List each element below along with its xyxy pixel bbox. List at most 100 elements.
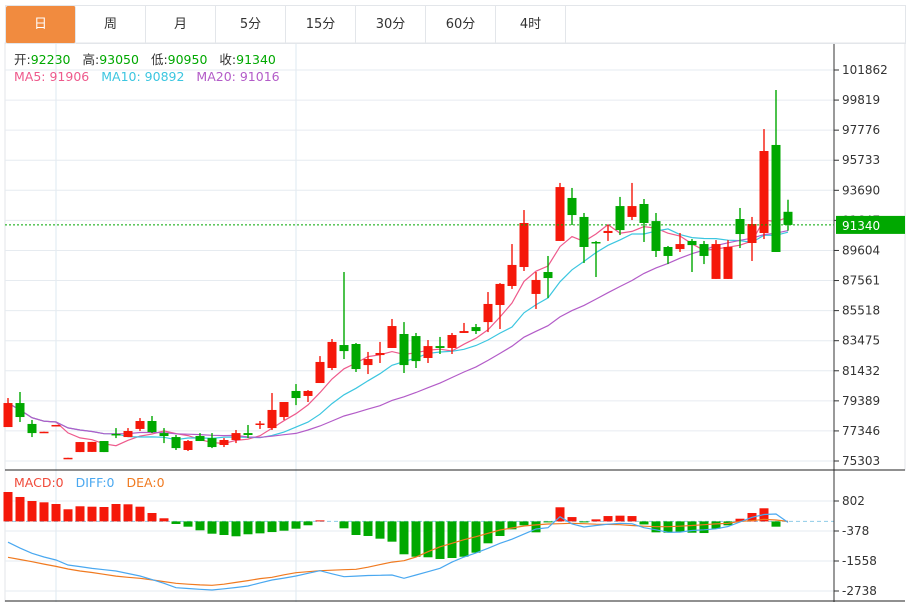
candle — [51, 424, 61, 427]
candle — [543, 255, 553, 299]
candle-body — [87, 441, 97, 452]
candle-body — [255, 423, 265, 426]
candle — [579, 212, 589, 264]
tabs-filler — [565, 5, 906, 44]
macd-y-tick-label: -378 — [842, 524, 869, 538]
candle — [519, 210, 529, 271]
macd-bar — [171, 521, 181, 524]
tab-30min[interactable]: 30分 — [356, 6, 426, 44]
candle-body — [51, 424, 61, 427]
macd-bar — [267, 521, 277, 533]
macd-bar — [567, 517, 577, 522]
candle-body — [279, 402, 289, 418]
macd-y-tick-label: -2738 — [842, 584, 877, 598]
macd-bar — [435, 521, 445, 559]
ma20-value: MA20: 91016 — [196, 69, 280, 84]
candle-body — [243, 433, 253, 435]
macd-bar — [615, 515, 625, 522]
y-tick-label: 75303 — [842, 454, 880, 468]
high-label: 高: — [82, 52, 100, 67]
candle — [723, 240, 733, 279]
candle-body — [267, 409, 277, 429]
candle-body — [231, 433, 241, 440]
macd-bar — [231, 521, 241, 537]
candle-body — [375, 352, 385, 356]
macd-bar — [15, 496, 25, 522]
macd-bar — [159, 518, 169, 522]
candle-body — [111, 433, 121, 436]
candle-body — [303, 390, 313, 396]
macd-bar — [315, 520, 325, 522]
candle-body — [711, 244, 721, 279]
tab-day[interactable]: 日 — [6, 6, 76, 44]
candle — [747, 216, 757, 261]
macd-panel — [3, 492, 834, 591]
candle-body — [3, 403, 13, 428]
candle-body — [483, 303, 493, 323]
macd-bar — [375, 521, 385, 539]
candle-body — [159, 433, 169, 437]
tab-5min[interactable]: 5分 — [216, 6, 286, 44]
macd-bar — [771, 521, 781, 527]
candle — [291, 384, 301, 406]
candle-body — [27, 423, 37, 434]
tab-4hour[interactable]: 4时 — [496, 6, 566, 44]
macd-bar — [399, 521, 409, 555]
macd-bar — [63, 509, 73, 522]
macd-bar — [27, 501, 37, 522]
open-label: 开: — [14, 52, 31, 67]
candle — [87, 441, 97, 452]
ma5-value: MA5: 91906 — [14, 69, 90, 84]
candle — [255, 421, 265, 429]
candle — [219, 438, 229, 448]
candle-body — [63, 457, 73, 460]
candle-body — [99, 441, 109, 453]
macd-bar — [147, 513, 157, 522]
candle — [327, 338, 337, 371]
tab-month[interactable]: 月 — [146, 6, 216, 44]
candle-body — [507, 264, 517, 287]
macd-bar — [639, 521, 649, 525]
macd-bar — [291, 521, 301, 529]
candle-body — [579, 216, 589, 247]
candle-body — [15, 403, 25, 418]
candle — [399, 322, 409, 374]
tab-15min[interactable]: 15分 — [286, 6, 356, 44]
macd-bar — [543, 521, 553, 523]
candle — [735, 207, 745, 249]
candle-body — [399, 333, 409, 366]
candle — [159, 428, 169, 444]
macd-bar — [39, 502, 49, 522]
dea-value: DEA:0 — [126, 475, 165, 490]
candle — [555, 182, 565, 241]
macd-bar — [135, 506, 145, 522]
tab-week[interactable]: 周 — [76, 6, 146, 44]
kline-chart[interactable]: 1018629981997776957339369091647896048756… — [0, 0, 910, 602]
macd-bar — [195, 521, 205, 531]
macd-bar — [99, 507, 109, 522]
macd-bar — [627, 516, 637, 522]
candle-body — [531, 279, 541, 294]
candle — [459, 322, 469, 333]
macd-bar — [591, 519, 601, 522]
high-value: 93050 — [99, 52, 139, 67]
candle — [423, 340, 433, 363]
candle-body — [663, 246, 673, 256]
candle — [387, 318, 397, 348]
candle — [687, 239, 697, 273]
y-tick-label: 81432 — [842, 364, 880, 378]
tab-60min[interactable]: 60分 — [426, 6, 496, 44]
ohlc-legend: 开:92230 高:93050 低:90950 收:91340 — [14, 49, 284, 68]
candle-body — [339, 345, 349, 352]
last-price-label: 91340 — [842, 219, 880, 233]
candle-body — [411, 336, 421, 362]
ma10-line — [7, 228, 789, 441]
macd-bar — [75, 506, 85, 522]
candle-body — [363, 359, 373, 366]
candle — [315, 356, 325, 384]
open-value: 92230 — [30, 52, 71, 67]
y-tick-label: 99819 — [842, 93, 880, 107]
candle-body — [615, 206, 625, 231]
y-tick-label: 85518 — [842, 304, 880, 318]
macd-bar — [219, 521, 229, 535]
